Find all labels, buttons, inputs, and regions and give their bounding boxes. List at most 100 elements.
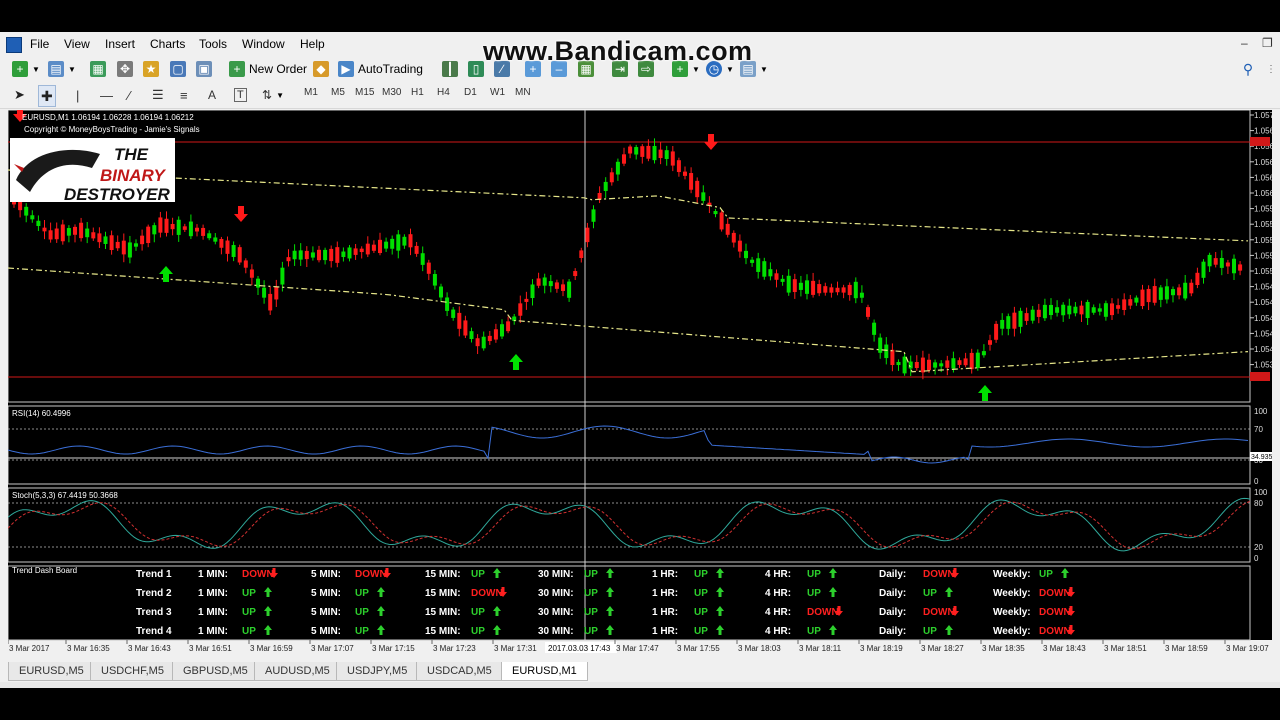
line-studies-toolbar: ➤ ✚ | — ∕ ☰ ≡ A T ⇅ ▼ M1 M5 M15 M30 H1 H4… xyxy=(0,82,1280,109)
menu-insert[interactable]: Insert xyxy=(105,37,135,51)
candle-body xyxy=(48,230,53,240)
candle-body xyxy=(109,235,114,251)
candle-body xyxy=(1207,254,1212,267)
menu-window[interactable]: Window xyxy=(242,37,285,51)
chart-window[interactable]: 1.05701.05681.05661.05641.05621.05601.05… xyxy=(7,106,1279,655)
candle-body xyxy=(1079,305,1084,315)
tab-eurusd-m5[interactable]: EURUSD,M5 xyxy=(8,662,95,681)
candle-body xyxy=(1036,309,1041,317)
navigator-button[interactable]: ★ xyxy=(143,59,159,79)
candle-body xyxy=(908,361,913,369)
resistance-price-tag xyxy=(1250,137,1270,146)
fibonacci-button[interactable]: ≡ xyxy=(180,85,188,105)
bar-chart-button[interactable]: ┃ xyxy=(442,59,458,79)
trend-up-value: UP xyxy=(694,607,708,618)
price-chart[interactable]: 1.05701.05681.05661.05641.05621.05601.05… xyxy=(7,106,1279,655)
grip-icon: ⋮ xyxy=(1266,63,1276,75)
dashboard-column-label: 4 HR: xyxy=(765,626,791,637)
main-pane-border xyxy=(7,109,1251,403)
timeframe-m1[interactable]: M1 xyxy=(304,87,318,98)
candle-body xyxy=(841,287,846,293)
crosshair-button[interactable]: ✚ xyxy=(38,85,56,107)
timeframe-d1[interactable]: D1 xyxy=(464,87,477,98)
new-chart-button[interactable]: + ▼ xyxy=(12,59,40,79)
candlesticks-button[interactable]: ▯ xyxy=(468,59,484,79)
tab-eurusd-m1[interactable]: EURUSD,M1 xyxy=(501,662,588,681)
menu-tools[interactable]: Tools xyxy=(199,37,227,51)
candle-body xyxy=(1171,289,1175,296)
timeframe-w1[interactable]: W1 xyxy=(490,87,505,98)
dashboard-column-label: Daily: xyxy=(879,626,906,637)
tester-icon: ▣ xyxy=(196,61,212,77)
price-axis-label: 1.0540 xyxy=(1254,345,1272,354)
candle-body xyxy=(481,336,486,349)
candle-body xyxy=(115,241,120,249)
minimize-icon[interactable]: – xyxy=(1241,36,1248,50)
candle-body xyxy=(817,284,822,294)
timeframe-h1[interactable]: H1 xyxy=(411,87,424,98)
autotrading-button[interactable]: ▶ AutoTrading xyxy=(338,59,423,79)
candle-body xyxy=(981,351,986,356)
arrows-button[interactable]: ⇅ ▼ xyxy=(262,85,284,105)
candle-body xyxy=(652,145,657,161)
candle-body xyxy=(1067,305,1072,315)
timeframe-mn[interactable]: MN xyxy=(515,87,531,98)
menu-help[interactable]: Help xyxy=(300,37,325,51)
candle-body xyxy=(927,359,931,371)
candle-body xyxy=(188,221,193,237)
new-order-button[interactable]: + New Order xyxy=(229,59,307,79)
logo-text-the: THE xyxy=(114,145,149,164)
trendline-button[interactable]: ∕ xyxy=(128,85,130,105)
vertical-line-button[interactable]: | xyxy=(76,85,79,105)
cursor-button[interactable]: ➤ xyxy=(14,85,25,105)
timeframe-h4[interactable]: H4 xyxy=(437,87,450,98)
restore-icon[interactable]: ❐ xyxy=(1262,36,1273,50)
candle-body xyxy=(1024,313,1029,321)
candle-body xyxy=(317,249,321,261)
text-button[interactable]: A xyxy=(208,85,216,105)
candle-body xyxy=(1116,305,1121,309)
metaeditor-button[interactable]: ◆ xyxy=(313,59,329,79)
market-watch-button[interactable]: ▦ xyxy=(90,59,106,79)
candle-body xyxy=(134,243,138,247)
candle-body xyxy=(1128,299,1133,306)
channel-button[interactable]: ☰ xyxy=(152,85,164,105)
trend-down-value: DOWN xyxy=(923,607,955,618)
dashboard-column-label: 15 MIN: xyxy=(425,626,461,637)
tab-audusd-m5[interactable]: AUDUSD,M5 xyxy=(254,662,341,681)
time-axis-label: 3 Mar 18:27 xyxy=(921,644,964,653)
rsi-pane-border xyxy=(7,405,1251,485)
dashboard-column-label: Daily: xyxy=(879,569,906,580)
price-axis-label: 1.0552 xyxy=(1254,251,1272,260)
dashboard-column-label: 30 MIN: xyxy=(538,569,574,580)
tab-usdcad-m5[interactable]: USDCAD,M5 xyxy=(416,662,503,681)
data-window-button[interactable]: ✥ xyxy=(117,59,133,79)
menu-file[interactable]: File xyxy=(30,37,49,51)
tab-gbpusd-m5[interactable]: GBPUSD,M5 xyxy=(172,662,259,681)
timeframe-m30[interactable]: M30 xyxy=(382,87,401,98)
timeframe-m5[interactable]: M5 xyxy=(331,87,345,98)
timeframe-m15[interactable]: M15 xyxy=(355,87,374,98)
candle-body xyxy=(426,262,431,274)
dashboard-column-label: 5 MIN: xyxy=(311,588,341,599)
tab-usdchf-m5[interactable]: USDCHF,M5 xyxy=(90,662,175,681)
trend-up-value: UP xyxy=(694,569,708,580)
search-button[interactable]: ⚲ xyxy=(1240,59,1256,79)
trend-up-value: UP xyxy=(471,626,485,637)
candle-body xyxy=(792,279,797,293)
candle-body xyxy=(945,360,950,368)
toolbar-resize-handle[interactable]: ⋮ xyxy=(1266,59,1276,79)
menu-charts[interactable]: Charts xyxy=(150,37,185,51)
profiles-button[interactable]: ▤ ▼ xyxy=(48,59,76,79)
menu-view[interactable]: View xyxy=(64,37,90,51)
candle-body xyxy=(872,322,877,335)
text-label-button[interactable]: T xyxy=(234,85,247,105)
horizontal-line-button[interactable]: — xyxy=(100,85,113,105)
dashboard-column-label: 5 MIN: xyxy=(311,607,341,618)
candle-body xyxy=(670,151,675,166)
terminal-button[interactable]: ▢ xyxy=(170,59,186,79)
tester-button[interactable]: ▣ xyxy=(196,59,212,79)
new-order-label: New Order xyxy=(249,62,308,76)
tab-usdjpy-m5[interactable]: USDJPY,M5 xyxy=(336,662,419,681)
folder-icon: ★ xyxy=(143,61,159,77)
